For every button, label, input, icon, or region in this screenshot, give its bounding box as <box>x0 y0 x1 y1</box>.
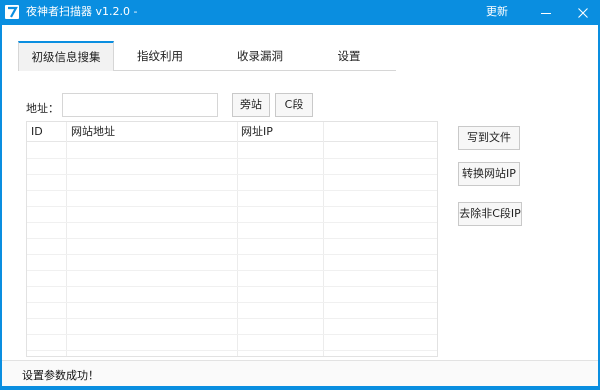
row-divider <box>27 190 437 191</box>
tab-bar: 初级信息搜集 指纹利用 收录漏洞 设置 <box>18 41 396 71</box>
window-border-bottom <box>0 386 600 390</box>
write-to-file-button[interactable]: 写到文件 <box>458 126 520 150</box>
column-header-url: 网站地址 <box>71 125 115 138</box>
row-divider <box>27 174 437 175</box>
status-bar: 设置参数成功！ <box>2 360 598 386</box>
row-divider <box>27 254 437 255</box>
minimize-icon <box>541 12 551 14</box>
column-header-id: ID <box>31 125 43 138</box>
side-station-button[interactable]: 旁站 <box>232 93 270 117</box>
minimize-button[interactable] <box>531 0 561 25</box>
row-divider <box>27 270 437 271</box>
row-divider <box>27 238 437 239</box>
title-bar: 夜神者扫描器 v1.2.0 - 更新 <box>0 0 600 25</box>
tab-basic-info[interactable]: 初级信息搜集 <box>18 41 114 71</box>
window-border-left <box>0 25 2 390</box>
row-divider <box>27 222 437 223</box>
window-title: 夜神者扫描器 v1.2.0 - <box>26 5 138 18</box>
remove-non-c-segment-ip-button[interactable]: 去除非C段IP <box>458 202 522 226</box>
app-logo-icon <box>5 5 19 19</box>
row-divider <box>27 302 437 303</box>
row-divider <box>27 350 437 351</box>
table-header: ID 网站地址 网址IP <box>27 122 437 142</box>
tab-settings[interactable]: 设置 <box>318 41 380 71</box>
tab-vulnerabilities[interactable]: 收录漏洞 <box>214 41 306 71</box>
status-message: 设置参数成功！ <box>22 369 99 382</box>
row-divider <box>27 334 437 335</box>
c-segment-button[interactable]: C段 <box>275 93 313 117</box>
address-input[interactable] <box>62 93 218 117</box>
column-header-ip: 网址IP <box>241 125 273 138</box>
row-divider <box>27 286 437 287</box>
results-table[interactable]: ID 网站地址 网址IP <box>26 121 438 357</box>
row-divider <box>27 206 437 207</box>
address-label: 地址： <box>26 102 59 115</box>
close-button[interactable] <box>568 0 598 25</box>
close-icon <box>578 7 588 18</box>
update-link[interactable]: 更新 <box>486 5 508 19</box>
row-divider <box>27 158 437 159</box>
tab-fingerprint[interactable]: 指纹利用 <box>122 41 198 71</box>
row-divider <box>27 318 437 319</box>
convert-site-ip-button[interactable]: 转换网站IP <box>458 162 520 186</box>
